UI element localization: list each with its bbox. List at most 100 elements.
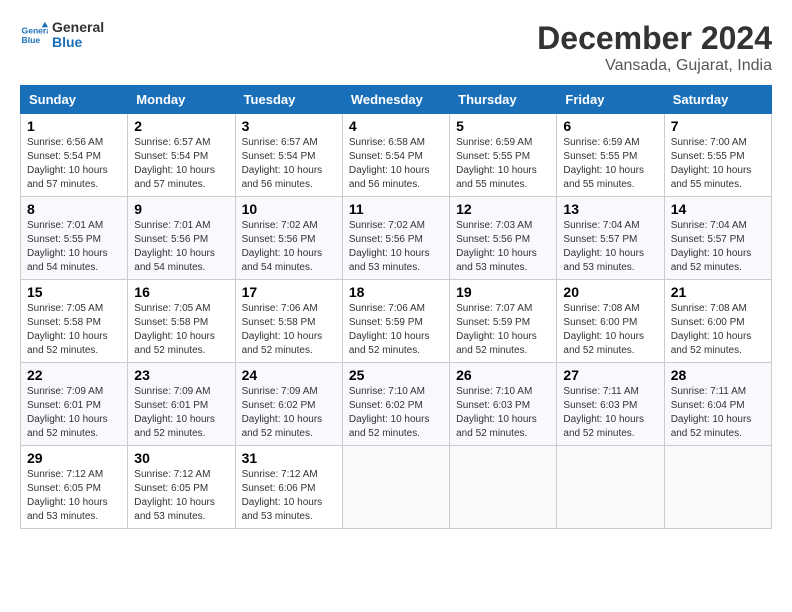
day-number: 19 bbox=[456, 284, 550, 300]
day-number: 21 bbox=[671, 284, 765, 300]
col-sunday: Sunday bbox=[21, 86, 128, 114]
calendar-cell: 11 Sunrise: 7:02 AM Sunset: 5:56 PM Dayli… bbox=[342, 197, 449, 280]
col-wednesday: Wednesday bbox=[342, 86, 449, 114]
day-number: 18 bbox=[349, 284, 443, 300]
calendar-cell: 24 Sunrise: 7:09 AM Sunset: 6:02 PM Dayli… bbox=[235, 363, 342, 446]
calendar-cell: 9 Sunrise: 7:01 AM Sunset: 5:56 PM Daylig… bbox=[128, 197, 235, 280]
day-info: Sunrise: 6:59 AM Sunset: 5:55 PM Dayligh… bbox=[456, 136, 550, 192]
day-info: Sunrise: 7:06 AM Sunset: 5:58 PM Dayligh… bbox=[242, 302, 336, 358]
day-info: Sunrise: 7:09 AM Sunset: 6:02 PM Dayligh… bbox=[242, 385, 336, 441]
day-info: Sunrise: 7:00 AM Sunset: 5:55 PM Dayligh… bbox=[671, 136, 765, 192]
calendar-cell: 4 Sunrise: 6:58 AM Sunset: 5:54 PM Daylig… bbox=[342, 114, 449, 197]
calendar-cell: 25Sunrise: 7:10 AM Sunset: 6:02 PM Dayli… bbox=[342, 363, 449, 446]
calendar-cell bbox=[664, 446, 771, 529]
calendar-cell: 6 Sunrise: 6:59 AM Sunset: 5:55 PM Daylig… bbox=[557, 114, 664, 197]
day-info: Sunrise: 6:57 AM Sunset: 5:54 PM Dayligh… bbox=[242, 136, 336, 192]
page-header: General Blue General Blue December 2024 … bbox=[20, 20, 772, 75]
col-saturday: Saturday bbox=[664, 86, 771, 114]
day-number: 3 bbox=[242, 118, 336, 134]
day-number: 13 bbox=[563, 201, 657, 217]
calendar-cell: 8 Sunrise: 7:01 AM Sunset: 5:55 PM Daylig… bbox=[21, 197, 128, 280]
svg-text:Blue: Blue bbox=[22, 35, 41, 45]
calendar-cell: 23 Sunrise: 7:09 AM Sunset: 6:01 PM Dayli… bbox=[128, 363, 235, 446]
day-number: 24 bbox=[242, 367, 336, 383]
logo: General Blue General Blue bbox=[20, 20, 104, 51]
day-info: Sunrise: 6:58 AM Sunset: 5:54 PM Dayligh… bbox=[349, 136, 443, 192]
calendar-week-row: 15 Sunrise: 7:05 AM Sunset: 5:58 PM Dayli… bbox=[21, 280, 772, 363]
logo-blue: Blue bbox=[52, 34, 82, 50]
calendar-table: Sunday Monday Tuesday Wednesday Thursday… bbox=[20, 85, 772, 529]
day-number: 20 bbox=[563, 284, 657, 300]
calendar-week-row: 8 Sunrise: 7:01 AM Sunset: 5:55 PM Daylig… bbox=[21, 197, 772, 280]
day-info: Sunrise: 7:10 AM Sunset: 6:03 PM Dayligh… bbox=[456, 385, 550, 441]
title-block: December 2024 Vansada, Gujarat, India bbox=[537, 20, 772, 75]
calendar-cell: 5 Sunrise: 6:59 AM Sunset: 5:55 PM Daylig… bbox=[450, 114, 557, 197]
day-number: 11 bbox=[349, 201, 443, 217]
calendar-cell: 27 Sunrise: 7:11 AM Sunset: 6:03 PM Dayli… bbox=[557, 363, 664, 446]
calendar-cell: 16Sunrise: 7:05 AM Sunset: 5:58 PM Dayli… bbox=[128, 280, 235, 363]
calendar-cell: 17 Sunrise: 7:06 AM Sunset: 5:58 PM Dayli… bbox=[235, 280, 342, 363]
day-info: Sunrise: 7:11 AM Sunset: 6:04 PM Dayligh… bbox=[671, 385, 765, 441]
calendar-cell: 31 Sunrise: 7:12 AM Sunset: 6:06 PM Dayli… bbox=[235, 446, 342, 529]
day-info: Sunrise: 7:12 AM Sunset: 6:05 PM Dayligh… bbox=[27, 468, 121, 524]
calendar-week-row: 22 Sunrise: 7:09 AM Sunset: 6:01 PM Dayli… bbox=[21, 363, 772, 446]
day-number: 23 bbox=[134, 367, 228, 383]
day-number: 5 bbox=[456, 118, 550, 134]
day-number: 8 bbox=[27, 201, 121, 217]
day-number: 28 bbox=[671, 367, 765, 383]
day-info: Sunrise: 7:12 AM Sunset: 6:05 PM Dayligh… bbox=[134, 468, 228, 524]
day-number: 27 bbox=[563, 367, 657, 383]
day-info: Sunrise: 7:05 AM Sunset: 5:58 PM Dayligh… bbox=[27, 302, 121, 358]
calendar-cell: 28 Sunrise: 7:11 AM Sunset: 6:04 PM Dayli… bbox=[664, 363, 771, 446]
day-number: 15 bbox=[27, 284, 121, 300]
calendar-cell: 26 Sunrise: 7:10 AM Sunset: 6:03 PM Dayli… bbox=[450, 363, 557, 446]
day-info: Sunrise: 6:59 AM Sunset: 5:55 PM Dayligh… bbox=[563, 136, 657, 192]
calendar-subtitle: Vansada, Gujarat, India bbox=[537, 57, 772, 75]
calendar-cell: 12 Sunrise: 7:03 AM Sunset: 5:56 PM Dayli… bbox=[450, 197, 557, 280]
day-info: Sunrise: 7:04 AM Sunset: 5:57 PM Dayligh… bbox=[671, 219, 765, 275]
day-number: 17 bbox=[242, 284, 336, 300]
day-info: Sunrise: 7:01 AM Sunset: 5:56 PM Dayligh… bbox=[134, 219, 228, 275]
day-number: 7 bbox=[671, 118, 765, 134]
day-info: Sunrise: 7:06 AM Sunset: 5:59 PM Dayligh… bbox=[349, 302, 443, 358]
day-number: 9 bbox=[134, 201, 228, 217]
calendar-cell: 14Sunrise: 7:04 AM Sunset: 5:57 PM Dayli… bbox=[664, 197, 771, 280]
calendar-cell: 18 Sunrise: 7:06 AM Sunset: 5:59 PM Dayli… bbox=[342, 280, 449, 363]
day-number: 26 bbox=[456, 367, 550, 383]
calendar-cell: 15 Sunrise: 7:05 AM Sunset: 5:58 PM Dayli… bbox=[21, 280, 128, 363]
day-info: Sunrise: 7:09 AM Sunset: 6:01 PM Dayligh… bbox=[134, 385, 228, 441]
day-number: 2 bbox=[134, 118, 228, 134]
day-info: Sunrise: 7:09 AM Sunset: 6:01 PM Dayligh… bbox=[27, 385, 121, 441]
day-info: Sunrise: 7:08 AM Sunset: 6:00 PM Dayligh… bbox=[671, 302, 765, 358]
calendar-cell: 19Sunrise: 7:07 AM Sunset: 5:59 PM Dayli… bbox=[450, 280, 557, 363]
day-info: Sunrise: 7:11 AM Sunset: 6:03 PM Dayligh… bbox=[563, 385, 657, 441]
day-number: 1 bbox=[27, 118, 121, 134]
day-info: Sunrise: 7:01 AM Sunset: 5:55 PM Dayligh… bbox=[27, 219, 121, 275]
day-number: 31 bbox=[242, 450, 336, 466]
day-info: Sunrise: 7:03 AM Sunset: 5:56 PM Dayligh… bbox=[456, 219, 550, 275]
day-number: 10 bbox=[242, 201, 336, 217]
calendar-cell: 7 Sunrise: 7:00 AM Sunset: 5:55 PM Daylig… bbox=[664, 114, 771, 197]
calendar-cell: 2Sunrise: 6:57 AM Sunset: 5:54 PM Daylig… bbox=[128, 114, 235, 197]
calendar-cell: 21 Sunrise: 7:08 AM Sunset: 6:00 PM Dayli… bbox=[664, 280, 771, 363]
col-monday: Monday bbox=[128, 86, 235, 114]
day-number: 4 bbox=[349, 118, 443, 134]
day-number: 6 bbox=[563, 118, 657, 134]
day-number: 12 bbox=[456, 201, 550, 217]
day-number: 30 bbox=[134, 450, 228, 466]
calendar-title: December 2024 bbox=[537, 20, 772, 57]
col-tuesday: Tuesday bbox=[235, 86, 342, 114]
calendar-cell bbox=[450, 446, 557, 529]
calendar-header-row: Sunday Monday Tuesday Wednesday Thursday… bbox=[21, 86, 772, 114]
calendar-week-row: 29Sunrise: 7:12 AM Sunset: 6:05 PM Dayli… bbox=[21, 446, 772, 529]
day-info: Sunrise: 7:02 AM Sunset: 5:56 PM Dayligh… bbox=[349, 219, 443, 275]
day-info: Sunrise: 7:12 AM Sunset: 6:06 PM Dayligh… bbox=[242, 468, 336, 524]
col-thursday: Thursday bbox=[450, 86, 557, 114]
day-info: Sunrise: 7:08 AM Sunset: 6:00 PM Dayligh… bbox=[563, 302, 657, 358]
calendar-cell bbox=[557, 446, 664, 529]
calendar-cell: 1 Sunrise: 6:56 AM Sunset: 5:54 PM Daylig… bbox=[21, 114, 128, 197]
logo-general: General bbox=[52, 19, 104, 35]
day-info: Sunrise: 7:02 AM Sunset: 5:56 PM Dayligh… bbox=[242, 219, 336, 275]
day-info: Sunrise: 6:56 AM Sunset: 5:54 PM Dayligh… bbox=[27, 136, 121, 192]
day-number: 22 bbox=[27, 367, 121, 383]
